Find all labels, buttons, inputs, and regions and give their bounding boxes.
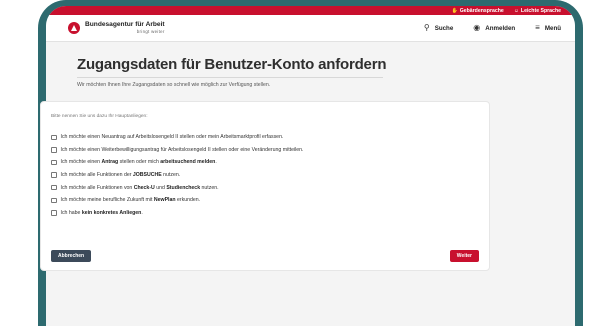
brand-name: Bundesagentur für Arbeit [85, 21, 165, 28]
person-icon: ☺ [513, 7, 519, 14]
search-icon: ⚲ [423, 23, 430, 32]
sign-language-label: Gebärdensprache [459, 7, 504, 14]
user-icon: ◉ [473, 23, 481, 32]
option-checkbox[interactable] [51, 159, 57, 166]
search-label: Suche [434, 24, 454, 32]
option-checkbox[interactable] [51, 172, 57, 178]
easy-language-label: Leichte Sprache [520, 7, 561, 14]
site-header: Bundesagentur für Arbeit bringt weiter ⚲… [46, 15, 575, 42]
option-label: Ich möchte einen Neuantrag auf Arbeitslo… [60, 134, 284, 141]
option-checkbox[interactable] [51, 197, 57, 204]
option-item[interactable]: Ich möchte einen Weiterbewilligungsantra… [51, 144, 489, 157]
option-item[interactable]: Ich möchte einen Neuantrag auf Arbeitslo… [51, 131, 489, 144]
header-nav: ⚲ Suche ◉ Anmelden ≡ Menü [424, 24, 561, 32]
menu-label: Menü [544, 24, 561, 32]
option-checkbox[interactable] [51, 147, 57, 153]
option-label: Ich habe kein konkretes Anliegen. [60, 209, 143, 216]
cancel-button[interactable]: Abbrechen [51, 250, 92, 262]
service-bar: ✋ Gebärdensprache ☺ Leichte Sprache [46, 6, 575, 15]
option-label: Ich möchte einen Antrag stellen oder mic… [60, 159, 217, 166]
option-label: Ich möchte alle Funktionen von Check-U u… [60, 184, 219, 191]
next-button[interactable]: Weiter [449, 250, 479, 262]
option-item[interactable]: Ich möchte meine berufliche Zukunft mit … [51, 194, 489, 207]
sign-language-link[interactable]: ✋ Gebärdensprache [451, 8, 503, 14]
easy-language-link[interactable]: ☺ Leichte Sprache [514, 8, 561, 14]
option-item[interactable]: Ich habe kein konkretes Anliegen. [51, 207, 489, 220]
option-label: Ich möchte alle Funktionen der JOBSUCHE … [60, 172, 181, 179]
option-checkbox[interactable] [51, 134, 57, 141]
option-item[interactable]: Ich möchte alle Funktionen der JOBSUCHE … [51, 169, 489, 182]
title-divider [77, 77, 383, 78]
page-subtitle: Wir möchten Ihnen Ihre Zugangsdaten so s… [77, 82, 271, 88]
ba-logo-icon [68, 22, 80, 34]
form-prompt: Bitte nennen Sie uns dazu Ihr Hauptanlie… [51, 114, 148, 119]
main-content: Zugangsdaten für Benutzer-Konto anforder… [46, 42, 575, 88]
login-label: Anmelden [485, 24, 516, 32]
option-item[interactable]: Ich möchte alle Funktionen von Check-U u… [51, 181, 489, 194]
brand-logo[interactable]: Bundesagentur für Arbeit bringt weiter [68, 21, 165, 34]
hand-icon: ✋ [451, 7, 458, 14]
login-button[interactable]: ◉ Anmelden [473, 24, 515, 32]
request-form-card: Bitte nennen Sie uns dazu Ihr Hauptanlie… [40, 101, 490, 271]
brand-claim: bringt weiter [136, 28, 165, 34]
option-label: Ich möchte einen Weiterbewilligungsantra… [60, 146, 304, 153]
page-title: Zugangsdaten für Benutzer-Konto anforder… [77, 56, 387, 73]
search-button[interactable]: ⚲ Suche [424, 24, 453, 32]
option-list: Ich möchte einen Neuantrag auf Arbeitslo… [51, 131, 489, 219]
option-item[interactable]: Ich möchte einen Antrag stellen oder mic… [51, 156, 489, 169]
hamburger-icon: ≡ [535, 23, 540, 32]
option-label: Ich möchte meine berufliche Zukunft mit … [60, 197, 201, 204]
option-checkbox[interactable] [51, 184, 57, 191]
option-checkbox[interactable] [51, 210, 57, 216]
menu-button[interactable]: ≡ Menü [535, 24, 561, 32]
